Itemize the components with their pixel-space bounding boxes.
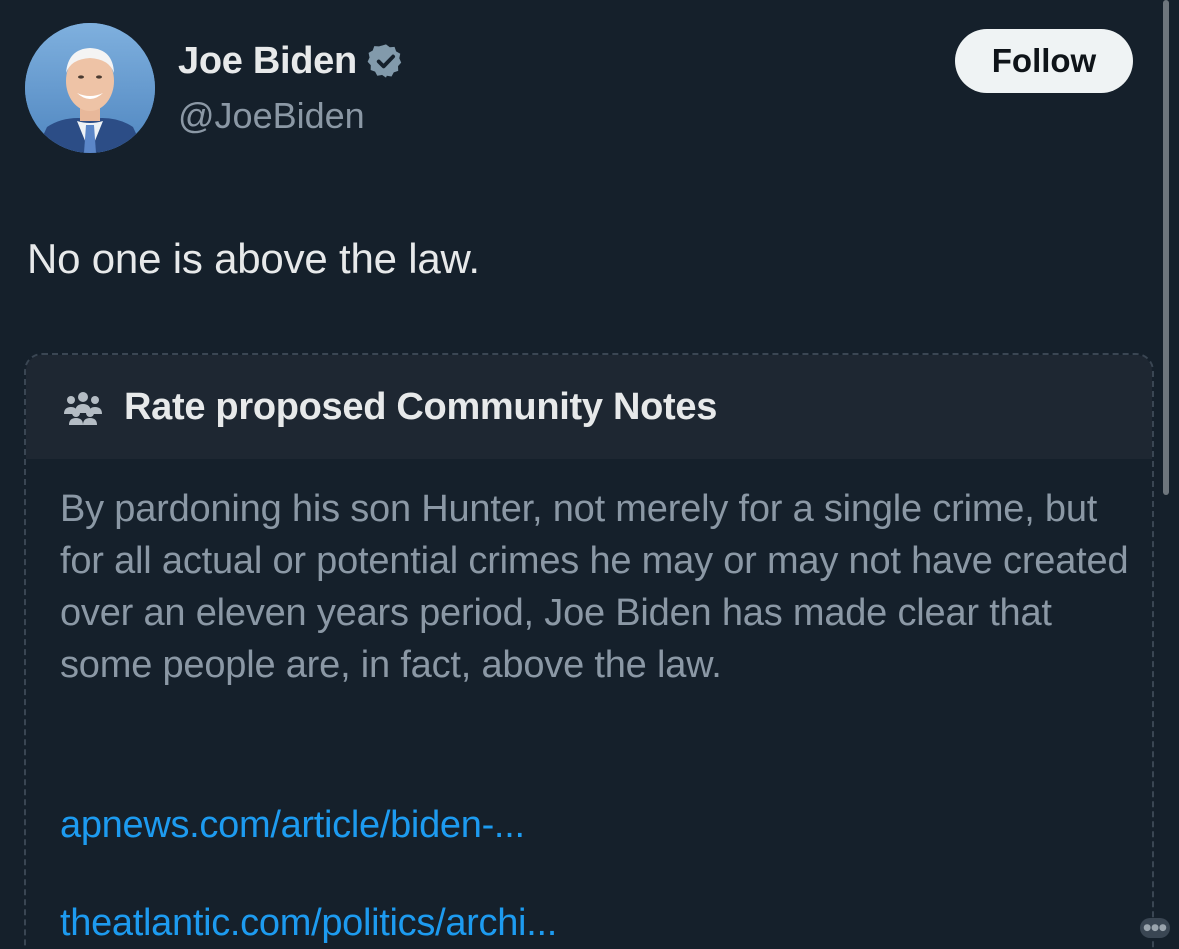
note-source-link[interactable]: theatlantic.com/politics/archi... [60,899,557,947]
watermark-badge: ●●● [1140,918,1170,938]
note-source-link[interactable]: apnews.com/article/biden-... [60,801,525,849]
community-note-text: By pardoning his son Hunter, not merely … [60,488,1129,686]
scrollbar-thumb[interactable] [1163,0,1169,495]
community-notes-box: Rate proposed Community Notes By pardoni… [24,353,1154,949]
follow-button[interactable]: Follow [955,29,1133,93]
user-handle[interactable]: @JoeBiden [178,94,365,138]
display-name[interactable]: Joe Biden [178,38,357,84]
community-notes-title: Rate proposed Community Notes [124,385,718,428]
profile-photo-icon [25,23,155,153]
people-icon [64,392,102,425]
name-row: Joe Biden [178,38,405,84]
avatar[interactable] [25,23,155,153]
tweet-text: No one is above the law. [27,235,480,282]
community-notes-header[interactable]: Rate proposed Community Notes [26,355,1152,459]
tweet-page: Joe Biden @JoeBiden Follow No one is abo… [0,0,1179,949]
verified-badge-icon [367,44,402,78]
